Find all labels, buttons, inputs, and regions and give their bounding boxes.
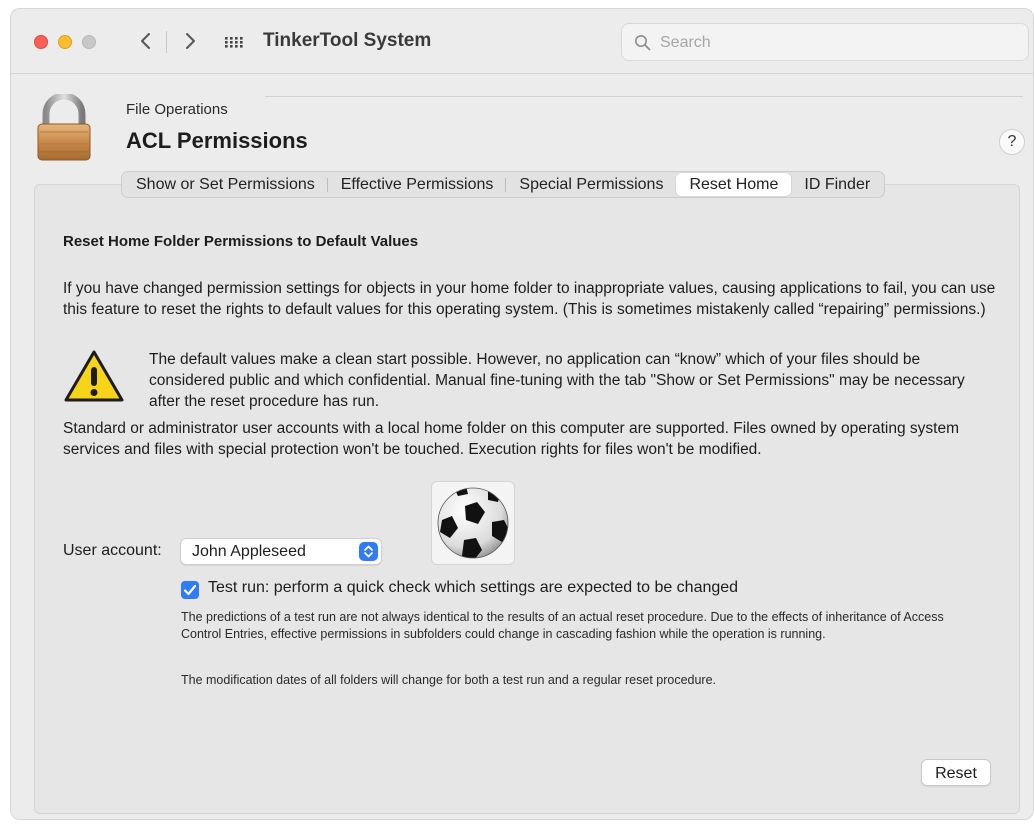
checkmark-icon: [183, 584, 197, 596]
preference-pane: File Operations ACL Permissions ? Show o…: [11, 74, 1033, 819]
warning-text: The default values make a clean start po…: [149, 351, 965, 410]
intro-text: If you have changed permission settings …: [63, 280, 996, 318]
search-icon: [635, 35, 651, 51]
reset-button[interactable]: Reset: [921, 759, 991, 786]
search-field[interactable]: [621, 23, 1029, 61]
app-title: TinkerTool System: [263, 30, 432, 51]
warning-icon: [64, 350, 124, 402]
nav-separator: [166, 31, 167, 53]
page-title: ACL Permissions: [126, 128, 308, 153]
user-account-popup[interactable]: John Appleseed: [180, 538, 382, 565]
section-heading: Reset Home Folder Permissions to Default…: [63, 233, 419, 250]
test-run-label[interactable]: Test run: perform a quick check which se…: [208, 579, 738, 597]
popup-arrows: [359, 542, 378, 561]
title-bar: TinkerTool System: [11, 9, 1033, 74]
search-input[interactable]: [658, 30, 1022, 56]
chevron-right-icon: [186, 33, 195, 49]
lock-icon: [37, 94, 91, 161]
app-window: TinkerTool System Search File Operations…: [10, 8, 1034, 820]
grid-icon: [225, 37, 243, 48]
modification-note: The modification dates of all folders wi…: [181, 673, 717, 687]
support-text: Standard or administrator user accounts …: [63, 420, 960, 458]
header-divider: [265, 96, 1023, 97]
test-run-note: The predictions of a test run are not al…: [181, 610, 944, 641]
test-run-checkbox[interactable]: [181, 581, 199, 599]
tab-reset-home[interactable]: Reset Home: [676, 173, 792, 196]
tab-effective-permissions[interactable]: Effective Permissions: [328, 173, 507, 196]
chevron-left-icon: [141, 33, 150, 49]
user-account-label: User account:: [63, 542, 162, 559]
tab-show-or-set-permissions[interactable]: Show or Set Permissions: [123, 173, 328, 196]
user-account-value: John Appleseed: [192, 543, 306, 560]
soccer-ball-avatar: [431, 481, 515, 565]
zoom-window-button[interactable]: [82, 35, 96, 49]
forward-button[interactable]: [177, 27, 203, 55]
back-button[interactable]: [133, 27, 159, 55]
soccer-ball-icon: [437, 487, 509, 559]
pane-category: File Operations: [126, 101, 228, 118]
close-window-button[interactable]: [34, 35, 48, 49]
show-all-button[interactable]: [224, 31, 244, 53]
tab-bar: Show or Set Permissions Effective Permis…: [121, 171, 886, 198]
help-button[interactable]: ?: [999, 129, 1025, 155]
minimize-window-button[interactable]: [58, 35, 72, 49]
tab-special-permissions[interactable]: Special Permissions: [506, 173, 676, 196]
up-down-chevron-icon: [364, 545, 373, 558]
tab-id-finder[interactable]: ID Finder: [791, 173, 883, 196]
